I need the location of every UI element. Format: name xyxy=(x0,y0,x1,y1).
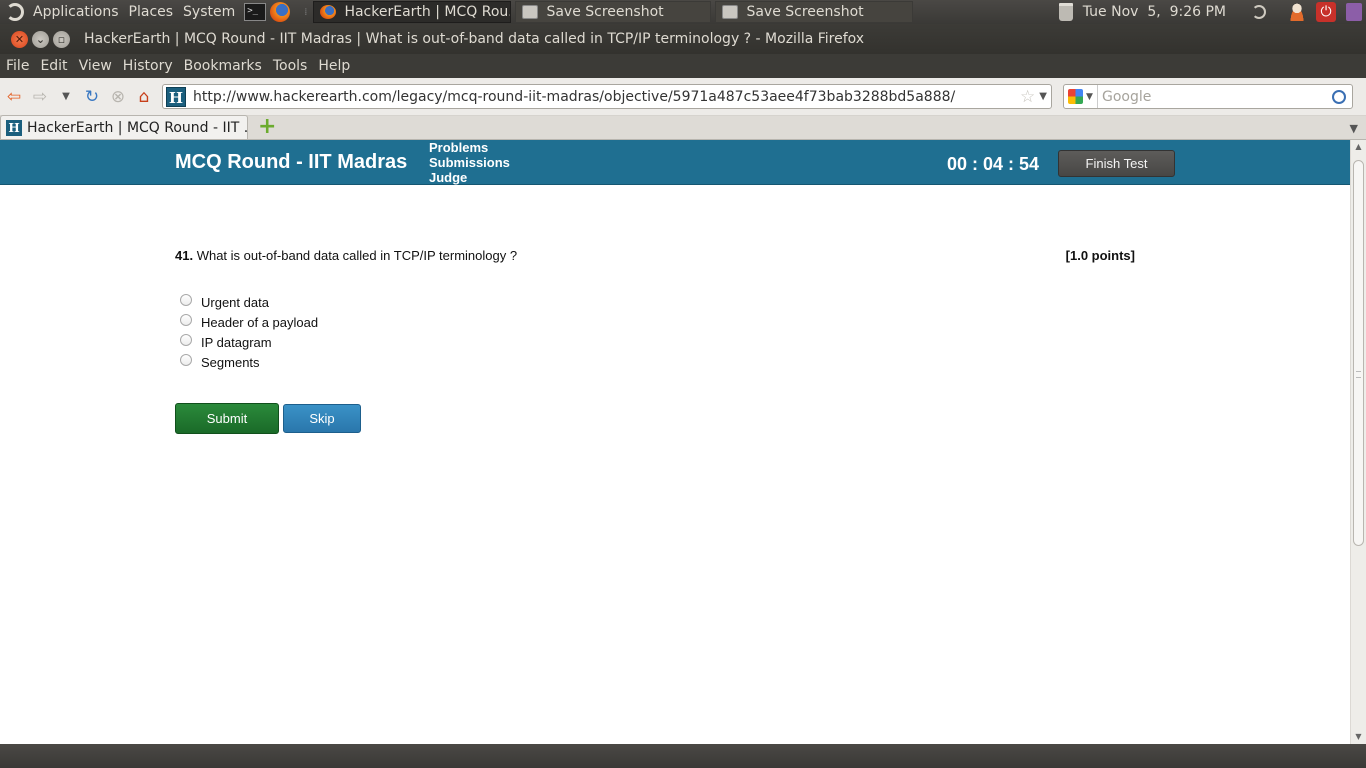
menu-view[interactable]: View xyxy=(73,58,117,74)
countdown-timer: 00 : 04 : 54 xyxy=(947,154,1040,174)
site-identity-icon[interactable]: H xyxy=(166,86,186,107)
radio-button[interactable] xyxy=(180,314,192,326)
question-points: [1.0 points] xyxy=(1065,248,1135,263)
scrollbar-grip xyxy=(1356,371,1361,378)
firefox-launcher-icon[interactable] xyxy=(270,2,291,22)
back-arrow-icon[interactable]: ⇦ xyxy=(2,85,26,109)
stop-icon[interactable]: ⊗ xyxy=(106,85,130,109)
finish-test-button[interactable]: Finish Test xyxy=(1058,150,1175,177)
taskbar-item-save-screenshot[interactable]: Save Screenshot xyxy=(515,1,712,23)
search-bar[interactable]: ▼ xyxy=(1063,84,1353,109)
taskbar-item-firefox[interactable]: HackerEarth | MCQ Rou... xyxy=(313,1,512,23)
question-text: What is out-of-band data called in TCP/I… xyxy=(196,248,518,263)
reload-icon[interactable]: ↻ xyxy=(80,85,104,109)
scrollbar-thumb[interactable] xyxy=(1353,160,1364,546)
navigation-toolbar: ⇦ ⇨ ▼ ↻ ⊗ ⌂ H http://www.hackerearth.com… xyxy=(0,78,1366,116)
trash-icon[interactable] xyxy=(1058,3,1073,21)
page-viewport: MCQ Round - IIT Madras Problems Submissi… xyxy=(0,140,1350,744)
option-label[interactable]: Segments xyxy=(201,355,260,370)
tab-list-dropdown-icon[interactable]: ▼ xyxy=(1350,122,1358,135)
menu-history[interactable]: History xyxy=(117,58,178,74)
taskbar-item-label: Save Screenshot xyxy=(546,4,664,20)
places-menu[interactable]: Places xyxy=(124,4,179,20)
chevron-down-icon: ▼ xyxy=(1086,91,1093,102)
url-dropdown-icon[interactable]: ▼ xyxy=(1039,91,1047,102)
vertical-scrollbar[interactable]: ▲ ▼ xyxy=(1350,140,1366,744)
google-icon xyxy=(1068,89,1083,104)
nav-problems[interactable]: Problems xyxy=(429,140,510,155)
indicator-applet-icon[interactable] xyxy=(1346,3,1362,21)
applications-menu[interactable]: Applications xyxy=(28,4,124,20)
scroll-down-arrow-icon[interactable]: ▼ xyxy=(1351,730,1366,744)
menu-file[interactable]: File xyxy=(0,58,34,74)
camera-icon xyxy=(722,5,739,19)
question-row: 41. What is out-of-band data called in T… xyxy=(175,248,1135,263)
terminal-launcher-icon[interactable]: >_ xyxy=(244,3,267,21)
answer-options: Urgent data Header of a payload IP datag… xyxy=(180,292,318,372)
camera-icon xyxy=(522,5,539,19)
search-input[interactable] xyxy=(1098,88,1332,105)
forward-arrow-icon[interactable]: ⇨ xyxy=(28,85,52,109)
hackerearth-favicon-icon: H xyxy=(6,119,22,136)
panel-separator: ⁞ xyxy=(304,6,308,18)
option-segments[interactable]: Segments xyxy=(180,352,318,372)
option-label[interactable]: Urgent data xyxy=(201,295,269,310)
volume-icon[interactable] xyxy=(1252,5,1266,19)
contest-title[interactable]: MCQ Round - IIT Madras xyxy=(175,151,407,174)
taskbar-item-label: HackerEarth | MCQ Rou... xyxy=(344,4,512,20)
contest-header: MCQ Round - IIT Madras Problems Submissi… xyxy=(0,140,1350,187)
option-urgent-data[interactable]: Urgent data xyxy=(180,292,318,312)
tab-label: HackerEarth | MCQ Round - IIT ... xyxy=(27,119,247,136)
tab-bar: H HackerEarth | MCQ Round - IIT ... + ▼ xyxy=(0,115,1366,140)
menu-bookmarks[interactable]: Bookmarks xyxy=(178,58,267,74)
radio-button[interactable] xyxy=(180,354,192,366)
gnome-bottom-panel xyxy=(0,744,1366,768)
option-label[interactable]: IP datagram xyxy=(201,335,272,350)
firefox-icon xyxy=(320,5,337,19)
power-icon[interactable]: ⏻ xyxy=(1316,2,1336,22)
search-engine-selector[interactable]: ▼ xyxy=(1064,85,1098,108)
menu-tools[interactable]: Tools xyxy=(267,58,313,74)
nav-judge[interactable]: Judge xyxy=(429,170,508,187)
option-ip-datagram[interactable]: IP datagram xyxy=(180,332,318,352)
ubuntu-logo-icon[interactable] xyxy=(6,3,24,21)
window-title: HackerEarth | MCQ Round - IIT Madras | W… xyxy=(84,31,865,47)
history-dropdown-icon[interactable]: ▼ xyxy=(54,85,78,109)
panel-clock[interactable]: Tue Nov 5, 9:26 PM xyxy=(1083,4,1226,20)
taskbar-item-save-screenshot-2[interactable]: Save Screenshot xyxy=(715,1,914,23)
scroll-up-arrow-icon[interactable]: ▲ xyxy=(1351,140,1366,154)
radio-button[interactable] xyxy=(180,334,192,346)
window-minimize-button[interactable]: ⌄ xyxy=(32,30,49,48)
home-icon[interactable]: ⌂ xyxy=(132,85,156,109)
window-titlebar: ✕ ⌄ ▫ HackerEarth | MCQ Round - IIT Madr… xyxy=(0,24,1366,54)
taskbar-item-label: Save Screenshot xyxy=(746,4,864,20)
url-text[interactable]: http://www.hackerearth.com/legacy/mcq-ro… xyxy=(193,89,1020,105)
menu-edit[interactable]: Edit xyxy=(34,58,72,74)
menu-help[interactable]: Help xyxy=(312,58,355,74)
window-maximize-button[interactable]: ▫ xyxy=(53,30,70,48)
url-bar[interactable]: H http://www.hackerearth.com/legacy/mcq-… xyxy=(162,84,1052,109)
search-icon[interactable] xyxy=(1332,89,1346,104)
nav-submissions[interactable]: Submissions xyxy=(429,155,510,170)
bookmark-star-icon[interactable]: ☆ xyxy=(1020,87,1035,107)
system-menu[interactable]: System xyxy=(178,4,240,20)
option-label[interactable]: Header of a payload xyxy=(201,315,318,330)
user-icon[interactable] xyxy=(1288,3,1306,21)
submit-button[interactable]: Submit xyxy=(175,403,279,434)
window-close-button[interactable]: ✕ xyxy=(11,30,28,48)
tab-hackerearth[interactable]: H HackerEarth | MCQ Round - IIT ... xyxy=(0,115,248,139)
new-tab-plus-icon[interactable]: + xyxy=(258,116,276,138)
question-number: 41. xyxy=(175,248,194,263)
radio-button[interactable] xyxy=(180,294,192,306)
menu-bar: File Edit View History Bookmarks Tools H… xyxy=(0,54,1366,78)
panel-tray: Tue Nov 5, 9:26 PM ⏻ xyxy=(1058,2,1366,22)
contest-nav: Problems Submissions Judge xyxy=(429,140,510,187)
option-header-of-a-payload[interactable]: Header of a payload xyxy=(180,312,318,332)
gnome-top-panel: Applications Places System >_ ⁞ HackerEa… xyxy=(0,0,1366,24)
skip-button[interactable]: Skip xyxy=(283,404,361,433)
